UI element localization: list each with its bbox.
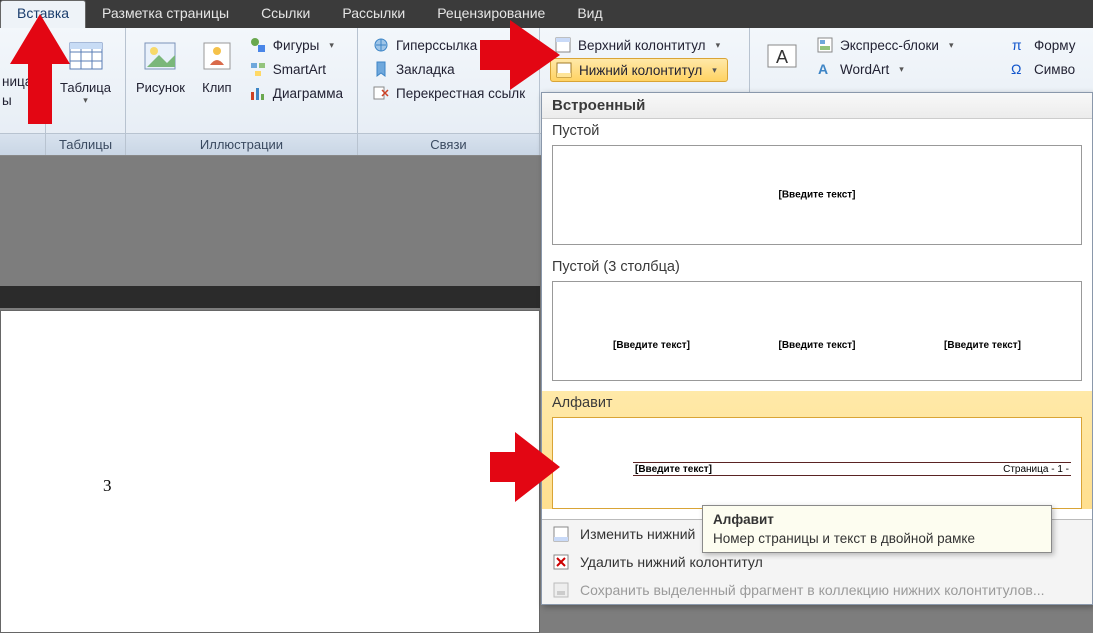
gallery-item-empty-3col[interactable]: Пустой (3 столбца) [Введите текст] [Введ… [542, 255, 1092, 381]
gallery-item-label: Алфавит [542, 391, 1092, 413]
clip-label: Клип [202, 80, 231, 95]
quickparts-button[interactable]: Экспресс-блоки [812, 34, 961, 56]
preview-placeholder: [Введите текст] [635, 464, 712, 475]
gallery-item-label: Пустой [542, 119, 1092, 141]
page-gap [0, 286, 540, 308]
bookmark-label: Закладка [396, 62, 455, 77]
remove-footer-label: Удалить нижний колонтитул [580, 554, 763, 570]
picture-button[interactable]: Рисунок [132, 32, 189, 99]
equation-button[interactable]: π Форму [1006, 34, 1083, 56]
group-label-links: Связи [358, 133, 539, 155]
remove-footer-icon [552, 553, 570, 571]
gallery-item-label: Пустой (3 столбца) [542, 255, 1092, 277]
symbol-icon: Ω [1010, 60, 1028, 78]
tab-mailings[interactable]: Рассылки [326, 0, 421, 28]
footer-button[interactable]: Нижний колонтитул [550, 58, 728, 82]
table-icon [66, 36, 106, 76]
shapes-button[interactable]: Фигуры [245, 34, 351, 56]
save-selection-icon [552, 581, 570, 599]
svg-text:Ω: Ω [1011, 61, 1021, 77]
tooltip-desc: Номер страницы и текст в двойной рамке [713, 531, 1041, 546]
group-label-illustrations: Иллюстрации [126, 133, 357, 155]
gallery-item-alphabet[interactable]: Алфавит [Введите текст] Страница - 1 - [542, 391, 1092, 509]
group-illustrations: Рисунок Клип Фигуры SmartArt [126, 28, 358, 155]
wordart-icon: A [816, 60, 834, 78]
document-page[interactable]: 3 [0, 310, 540, 633]
preview-placeholder: [Введите текст] [944, 340, 1021, 351]
edit-footer-label: Изменить нижний [580, 526, 695, 542]
wordart-label: WordArt [840, 62, 889, 77]
crossref-icon [372, 84, 390, 102]
gallery-section-builtin: Встроенный [542, 93, 1092, 119]
picture-label: Рисунок [136, 80, 185, 95]
footer-label: Нижний колонтитул [579, 63, 702, 78]
chart-label: Диаграмма [273, 86, 343, 101]
equation-icon: π [1010, 36, 1028, 54]
quickparts-label: Экспресс-блоки [840, 38, 939, 53]
save-selection-cmd: Сохранить выделенный фрагмент в коллекци… [542, 576, 1092, 604]
smartart-icon [249, 60, 267, 78]
textbox-icon: A [762, 36, 802, 76]
shapes-label: Фигуры [273, 38, 320, 53]
red-arrow-mid [490, 432, 560, 502]
red-arrow-top-1 [10, 14, 70, 124]
svg-text:π: π [1012, 37, 1022, 53]
header-button[interactable]: Верхний колонтитул [550, 34, 728, 56]
hyperlink-label: Гиперссылка [396, 38, 477, 53]
picture-icon [140, 36, 180, 76]
page-number-text: 3 [103, 476, 112, 496]
chart-button[interactable]: Диаграмма [245, 82, 351, 104]
quickparts-icon [816, 36, 834, 54]
hyperlink-icon [372, 36, 390, 54]
preview-placeholder: [Введите текст] [779, 340, 856, 351]
tab-view[interactable]: Вид [561, 0, 618, 28]
symbol-button[interactable]: Ω Симво [1006, 58, 1083, 80]
header-label: Верхний колонтитул [578, 38, 706, 53]
gallery-item-empty[interactable]: Пустой [Введите текст] [542, 119, 1092, 245]
textbox-button[interactable]: A [756, 32, 808, 84]
save-selection-label: Сохранить выделенный фрагмент в коллекци… [580, 582, 1045, 598]
smartart-button[interactable]: SmartArt [245, 58, 351, 80]
wordart-button[interactable]: A WordArt [812, 58, 961, 80]
red-arrow-top-2 [480, 20, 560, 90]
bookmark-icon [372, 60, 390, 78]
preview-page: Страница - 1 - [1003, 464, 1069, 475]
symbol-label: Симво [1034, 62, 1075, 77]
svg-text:A: A [776, 47, 788, 67]
equation-label: Форму [1034, 38, 1075, 53]
preview-placeholder: [Введите текст] [779, 190, 856, 201]
tab-references[interactable]: Ссылки [245, 0, 326, 28]
chart-icon [249, 84, 267, 102]
smartart-label: SmartArt [273, 62, 326, 77]
clip-button[interactable]: Клип [193, 32, 241, 99]
gallery-tooltip: Алфавит Номер страницы и текст в двойной… [702, 505, 1052, 553]
group-label-pages-fragment [0, 133, 45, 155]
tooltip-title: Алфавит [713, 512, 1041, 527]
edit-footer-icon [552, 525, 570, 543]
clip-icon [197, 36, 237, 76]
group-label-tables: Таблицы [46, 133, 125, 155]
svg-text:A: A [818, 61, 828, 77]
shapes-icon [249, 36, 267, 54]
tab-page-layout[interactable]: Разметка страницы [86, 0, 245, 28]
preview-placeholder: [Введите текст] [613, 340, 690, 351]
